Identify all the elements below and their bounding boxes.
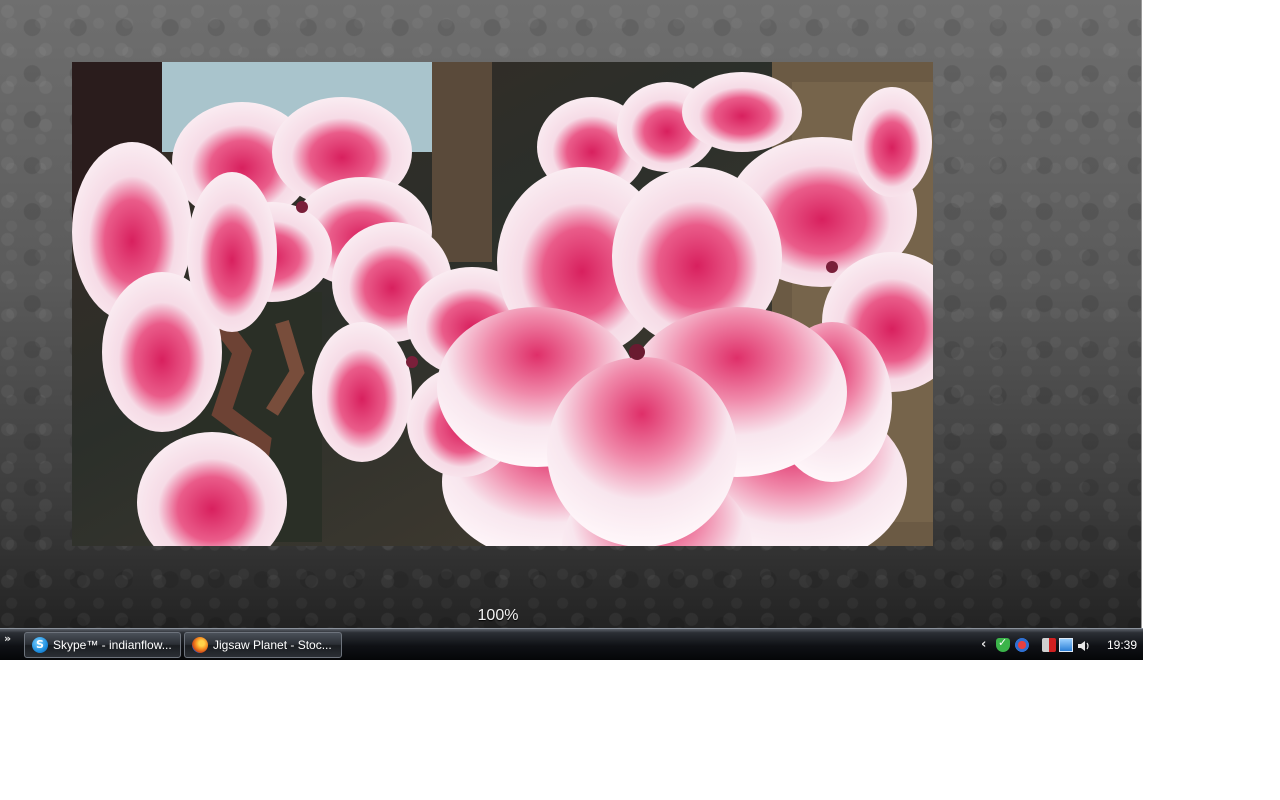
security-icon[interactable] — [1015, 638, 1029, 652]
quick-launch-expand-button[interactable]: » — [4, 632, 11, 645]
shield-check-icon[interactable] — [996, 636, 1010, 652]
taskbar-button-skype[interactable]: Skype™ - indianflow... — [24, 632, 181, 658]
geranium-photo — [72, 62, 933, 546]
puzzle-image-geraniums[interactable] — [72, 62, 933, 546]
system-tray: ‹ 19:39 — [978, 629, 1143, 661]
show-hidden-icons-arrow[interactable]: ‹ — [981, 637, 991, 653]
taskbar-button-jigsaw-planet[interactable]: Jigsaw Planet - Stoc... — [184, 632, 342, 658]
firefox-icon — [192, 637, 208, 653]
system-clock[interactable]: 19:39 — [1102, 629, 1142, 661]
power-icon[interactable] — [1042, 638, 1056, 652]
windows-taskbar: » Skype™ - indianflow... Jigsaw Planet -… — [0, 628, 1143, 660]
taskbar-button-label: Jigsaw Planet - Stoc... — [213, 638, 332, 652]
taskbar-button-label: Skype™ - indianflow... — [53, 638, 172, 652]
volume-icon[interactable] — [1077, 638, 1091, 652]
zoom-level-label: 100% — [477, 607, 519, 624]
skype-icon — [32, 637, 48, 653]
network-icon[interactable] — [1059, 638, 1073, 652]
puzzle-preview-stage: 100% — [0, 0, 1142, 628]
